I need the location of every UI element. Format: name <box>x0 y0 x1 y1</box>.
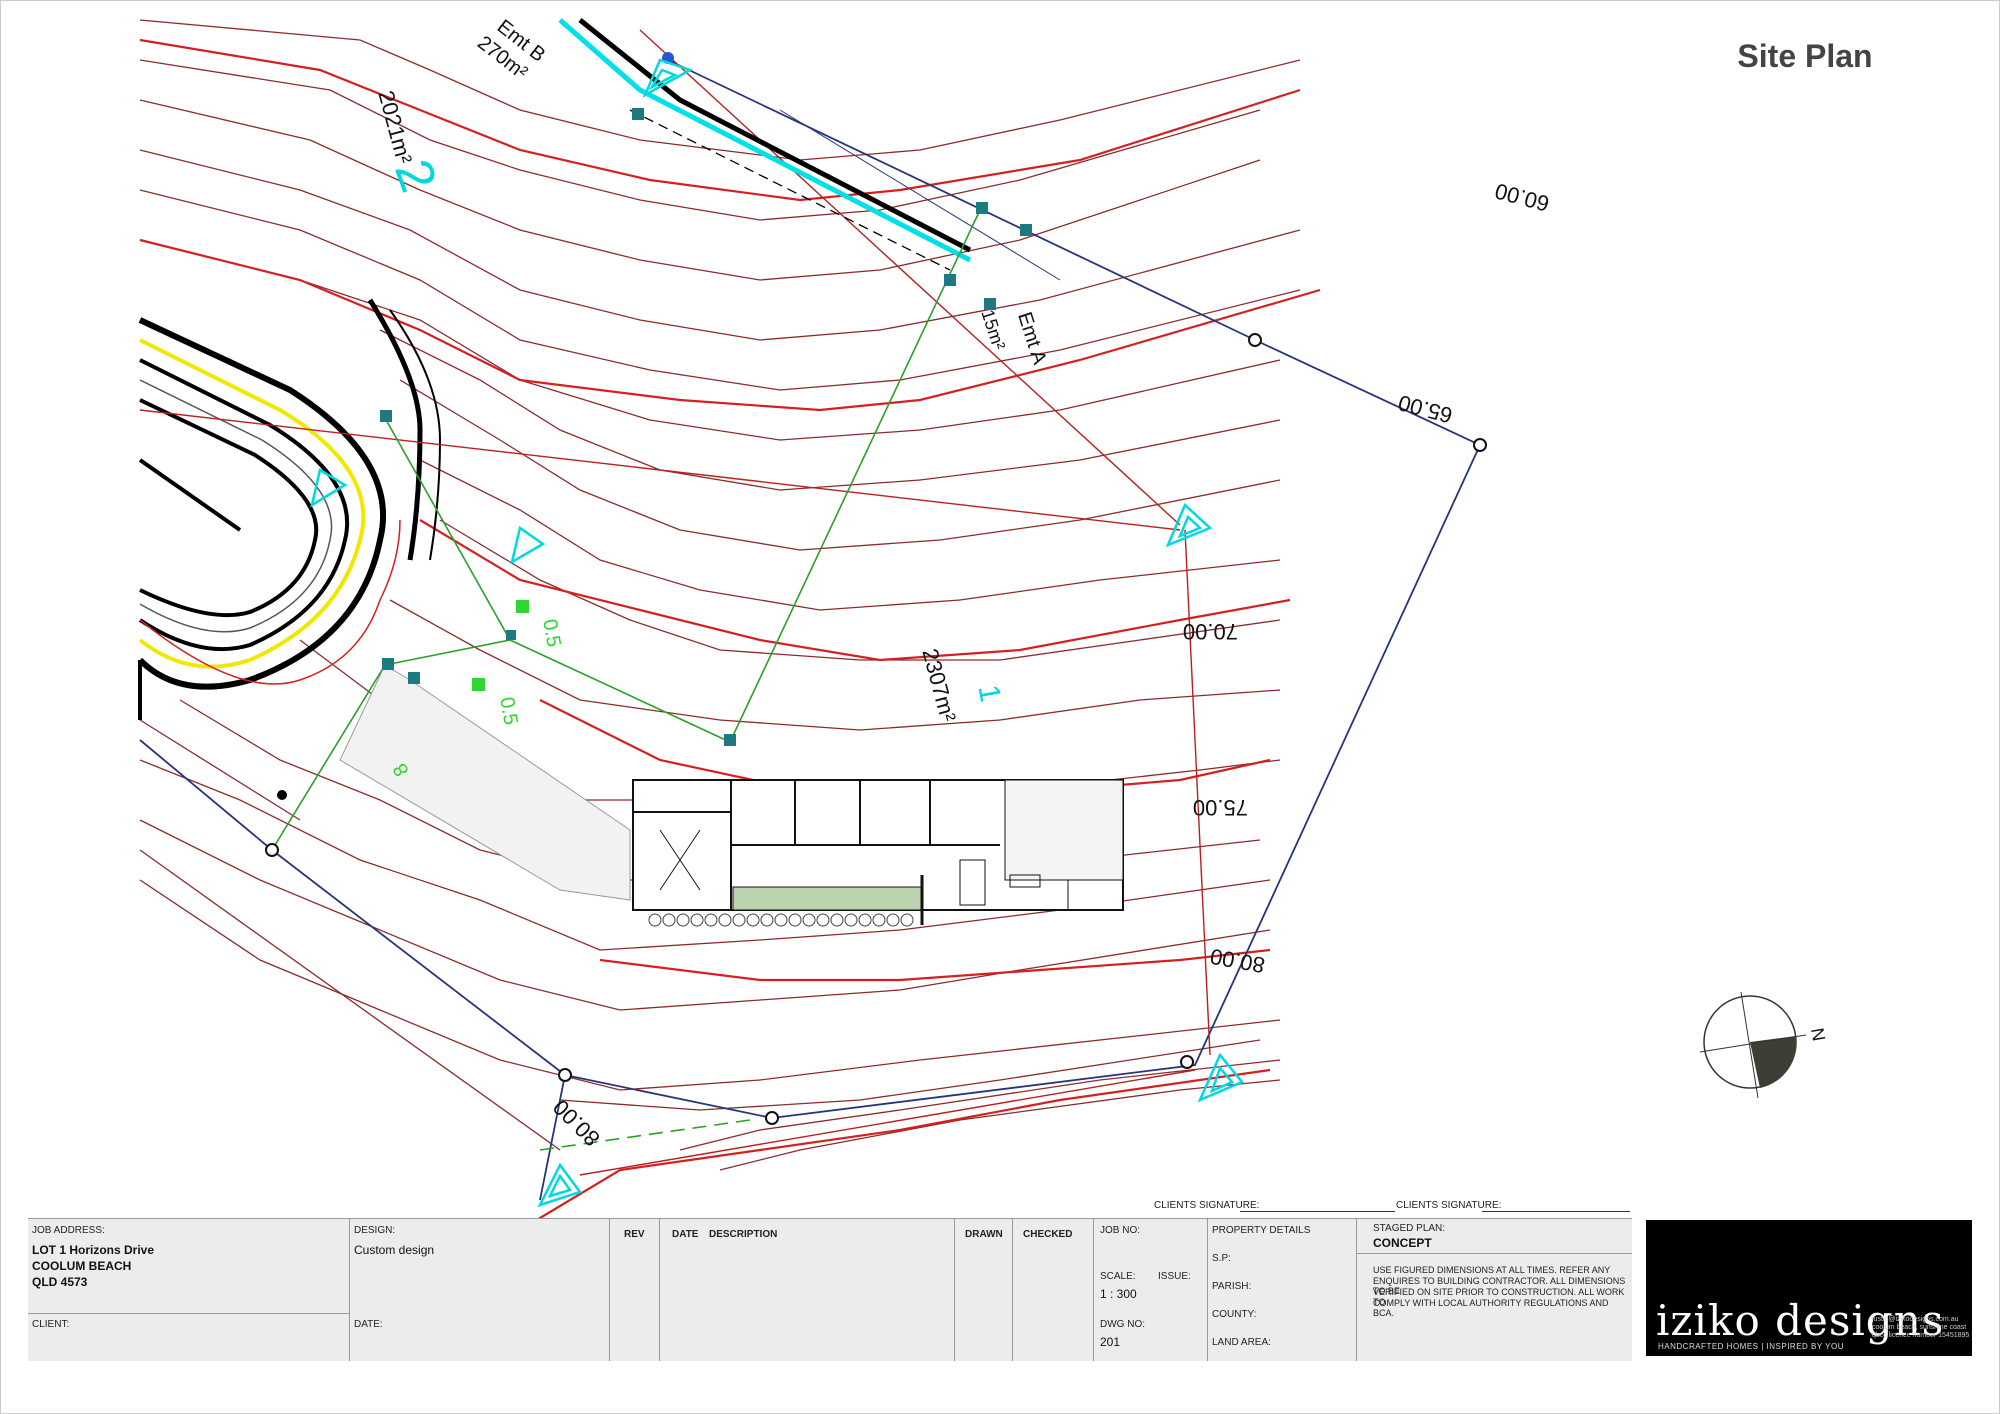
minor-contours <box>139 19 1301 1171</box>
contour-label-80a: 80.00 <box>1208 944 1267 978</box>
lot-1-number: 1 <box>972 682 1007 704</box>
design-value: Custom design <box>354 1243 435 1257</box>
logo-email: justin@izikodesigns.com.au <box>1872 1316 1959 1323</box>
date-label: DATE: <box>354 1319 383 1330</box>
checked-label: CHECKED <box>1023 1229 1073 1240</box>
north-arrow: N <box>1699 991 1829 1099</box>
contour-label-70: 70.00 <box>1183 619 1238 644</box>
staged-plan-value: CONCEPT <box>1373 1236 1432 1250</box>
setback-label-1: 0.5 <box>538 617 564 648</box>
logo-contact-info: justin@izikodesigns.com.au coolum beach,… <box>1872 1316 1972 1340</box>
property-details-label: PROPERTY DETAILS <box>1212 1225 1311 1236</box>
major-contours <box>139 38 1321 1231</box>
driveway <box>339 664 631 901</box>
lot-2-area: 2021m² <box>373 88 416 167</box>
job-address-line-2: COOLUM BEACH <box>32 1259 132 1273</box>
contour-label-65: 65.00 <box>1395 390 1455 428</box>
easement-a-name: Emt A <box>1013 310 1051 368</box>
land-area-label: LAND AREA: <box>1212 1337 1271 1348</box>
design-label: DESIGN: <box>354 1225 396 1236</box>
date-col-label: DATE <box>672 1229 699 1240</box>
client-signature-line-2[interactable] <box>1482 1211 1630 1212</box>
title-block: JOB ADDRESS: LOT 1 Horizons Drive COOLUM… <box>28 1218 1632 1361</box>
pavers-row <box>648 913 914 927</box>
tree-marker <box>277 790 287 800</box>
company-logo: iziko designs HANDCRAFTED HOMES | INSPIR… <box>1646 1220 1972 1356</box>
staged-plan-label: STAGED PLAN: <box>1373 1223 1446 1234</box>
logo-tagline: HANDCRAFTED HOMES | INSPIRED BY YOU <box>1658 1342 1844 1351</box>
house-footprint <box>632 779 1124 925</box>
setback-label-2: 0.5 <box>495 695 521 726</box>
notes-line-4: COMPLY WITH LOCAL AUTHORITY REGULATIONS … <box>1373 1298 1609 1318</box>
notes-line-1: USE FIGURED DIMENSIONS AT ALL TIMES. REF… <box>1373 1265 1611 1275</box>
easement-a-area: 15m² <box>977 307 1009 352</box>
property-details-cell: PROPERTY DETAILS S.P: PARISH: COUNTY: LA… <box>1208 1219 1357 1361</box>
survey-lines <box>139 29 1211 1176</box>
job-address-line-3: QLD 4573 <box>32 1275 88 1289</box>
county-label: COUNTY: <box>1212 1309 1257 1320</box>
lot-1-area: 2307m² <box>917 646 960 725</box>
contour-labels: 60.00 65.00 70.00 75.00 80.00 80.00 <box>548 178 1552 1151</box>
job-address-cell: JOB ADDRESS: LOT 1 Horizons Drive COOLUM… <box>28 1219 350 1361</box>
property-boundary <box>139 59 1482 1201</box>
job-address-label: JOB ADDRESS: <box>32 1225 105 1236</box>
rev-cell: REV <box>610 1219 660 1361</box>
road-cul-de-sac <box>137 298 442 720</box>
description-label: DESCRIPTION <box>709 1229 778 1240</box>
lot-labels: 2 2021m² 1 2307m² <box>373 88 1006 725</box>
north-label: N <box>1807 1026 1829 1042</box>
logo-location: coolum beach, sunshine coast <box>1872 1324 1967 1331</box>
logo-licence: qbcc licence number 15451895 <box>1872 1332 1970 1339</box>
scale-value: 1 : 300 <box>1100 1287 1137 1301</box>
job-address-line-1: LOT 1 Horizons Drive <box>32 1243 155 1257</box>
site-plan-drawing: 2 2021m² 1 2307m² Emt B 270m² Emt A 15m²… <box>137 16 1829 1231</box>
dwg-no-label: DWG NO: <box>1100 1319 1145 1330</box>
easement-lines <box>558 18 1061 281</box>
drawn-label: DRAWN <box>965 1229 1003 1240</box>
job-number-cell: JOB NO: SCALE: ISSUE: 1 : 300 DWG NO: 20… <box>1094 1219 1208 1361</box>
revision-description-cell: DATE DESCRIPTION <box>660 1219 955 1361</box>
staged-plan-cell: STAGED PLAN: CONCEPT USE FIGURED DIMENSI… <box>1357 1219 1632 1361</box>
checked-cell: CHECKED <box>1013 1219 1094 1361</box>
job-no-label: JOB NO: <box>1100 1225 1141 1236</box>
level-triangles <box>310 58 1245 1208</box>
design-cell: DESIGN: Custom design DATE: <box>350 1219 610 1361</box>
page-title: Site Plan <box>1737 38 1873 74</box>
parish-label: PARISH: <box>1212 1281 1252 1292</box>
client-signature-label-1: CLIENTS SIGNATURE: <box>1154 1200 1260 1211</box>
contour-label-60: 60.00 <box>1492 178 1552 216</box>
client-signature-label-2: CLIENTS SIGNATURE: <box>1396 1200 1502 1211</box>
client-signature-line-1[interactable] <box>1240 1211 1395 1212</box>
scale-label: SCALE: <box>1100 1271 1136 1282</box>
sp-label: S.P: <box>1212 1253 1231 1264</box>
contour-label-75: 75.00 <box>1193 795 1248 820</box>
issue-label: ISSUE: <box>1158 1271 1191 1282</box>
rev-label: REV <box>624 1229 645 1240</box>
drawn-cell: DRAWN <box>955 1219 1013 1361</box>
client-label: CLIENT: <box>32 1319 70 1330</box>
dwg-no-value: 201 <box>1100 1335 1121 1349</box>
